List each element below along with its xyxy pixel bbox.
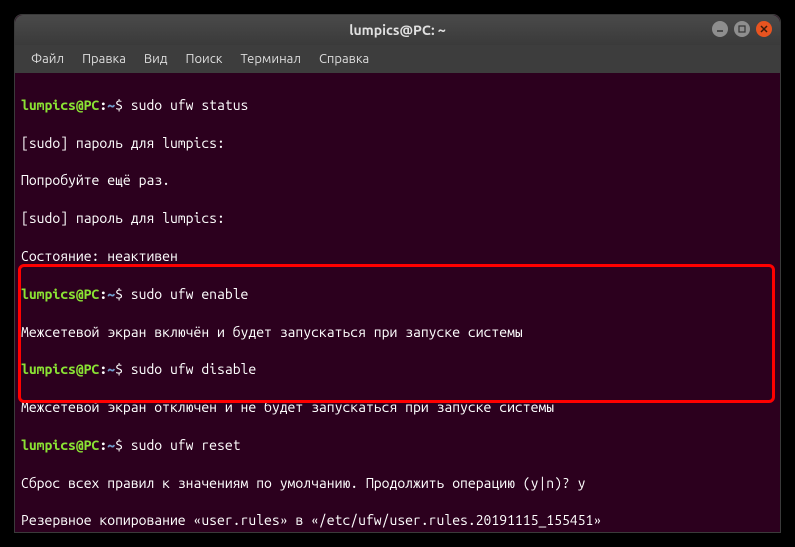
output-line: Попробуйте ещё раз. bbox=[21, 171, 774, 190]
output-line: Состояние: неактивен bbox=[21, 247, 774, 266]
menu-terminal[interactable]: Терминал bbox=[232, 48, 308, 70]
menu-edit[interactable]: Правка bbox=[74, 48, 134, 70]
prompt-path: ~ bbox=[107, 286, 115, 302]
command-text: sudo ufw status bbox=[123, 97, 248, 113]
prompt-dollar: $ bbox=[115, 97, 123, 113]
prompt-user: lumpics@PC bbox=[21, 97, 99, 113]
menu-help[interactable]: Справка bbox=[311, 48, 377, 70]
output-line: Резервное копирование «user.rules» в «/e… bbox=[21, 511, 774, 530]
prompt-dollar: $ bbox=[115, 437, 123, 453]
output-line: [sudo] пароль для lumpics: bbox=[21, 209, 774, 228]
window-title: lumpics@PC: ~ bbox=[349, 22, 446, 38]
prompt-dollar: $ bbox=[115, 286, 123, 302]
maximize-button[interactable] bbox=[734, 21, 750, 37]
command-text: sudo ufw disable bbox=[123, 361, 256, 377]
close-button[interactable] bbox=[756, 21, 772, 37]
command-text: sudo ufw reset bbox=[123, 437, 241, 453]
output-line: Сброс всех правил к значениям по умолчан… bbox=[21, 474, 774, 493]
minimize-button[interactable] bbox=[712, 21, 728, 37]
output-line: Межсетевой экран отключён и не будет зап… bbox=[21, 398, 774, 417]
titlebar: lumpics@PC: ~ bbox=[15, 15, 780, 45]
menu-search[interactable]: Поиск bbox=[177, 48, 230, 70]
menu-view[interactable]: Вид bbox=[136, 48, 176, 70]
prompt-dollar: $ bbox=[115, 361, 123, 377]
prompt-path: ~ bbox=[107, 361, 115, 377]
prompt-path: ~ bbox=[107, 437, 115, 453]
prompt-user: lumpics@PC bbox=[21, 286, 99, 302]
output-line: Межсетевой экран включён и будет запуска… bbox=[21, 323, 774, 342]
prompt-user: lumpics@PC bbox=[21, 361, 99, 377]
terminal-body[interactable]: lumpics@PC:~$ sudo ufw status [sudo] пар… bbox=[15, 73, 780, 533]
window-controls bbox=[712, 21, 772, 37]
output-line: [sudo] пароль для lumpics: bbox=[21, 134, 774, 153]
command-text: sudo ufw enable bbox=[123, 286, 248, 302]
prompt-path: ~ bbox=[107, 97, 115, 113]
terminal-window: lumpics@PC: ~ Файл Правка Вид Поиск Терм… bbox=[14, 14, 781, 533]
menubar: Файл Правка Вид Поиск Терминал Справка bbox=[15, 45, 780, 73]
menu-file[interactable]: Файл bbox=[23, 48, 72, 70]
prompt-user: lumpics@PC bbox=[21, 437, 99, 453]
